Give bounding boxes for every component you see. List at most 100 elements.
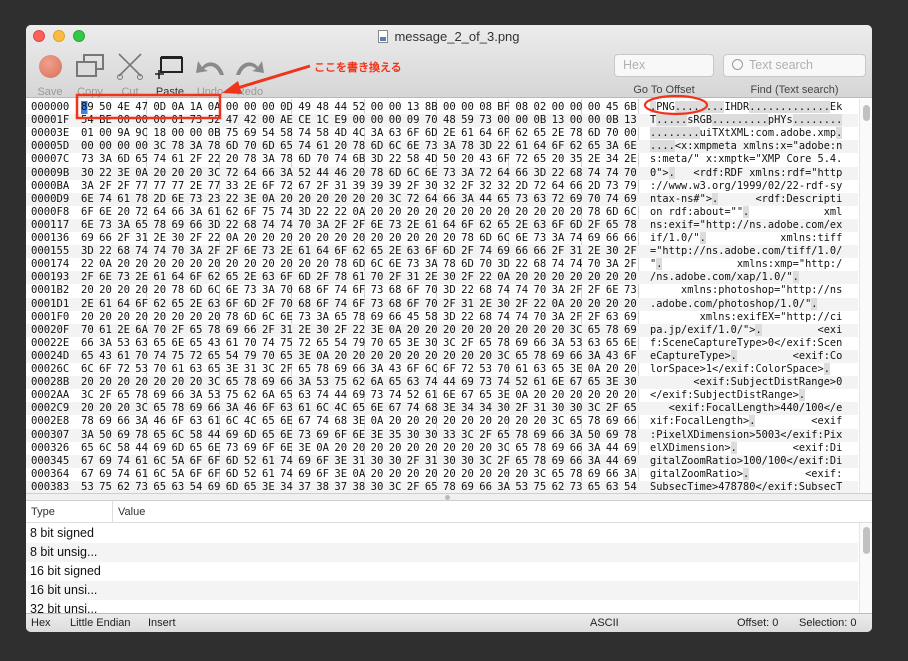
hex-byte[interactable]: 6E [81,193,97,206]
hex-byte[interactable]: 22 [461,284,477,297]
hex-byte[interactable]: 20 [425,468,441,481]
hex-byte[interactable]: 69 [190,402,206,415]
hex-byte[interactable]: 20 [606,389,622,402]
hex-row[interactable]: 0002AA 3C 2F 65 78 69 66 3A 53 75 62 6A 65 63 74 44 69 73… [26,389,858,402]
hex-byte[interactable]: 61 [153,271,169,284]
hex-byte[interactable]: 20 [81,402,97,415]
hex-byte[interactable]: 6F [262,180,278,193]
hex-byte[interactable]: 2F [515,298,531,311]
hex-byte[interactable]: 44 [316,167,332,180]
hex-byte[interactable]: 20 [99,311,115,324]
hex-byte[interactable]: 64 [479,127,495,140]
ascii-text[interactable]: on rdf:about="". xml [650,205,842,219]
hex-byte[interactable]: 69 [461,376,477,389]
hex-byte[interactable]: 00 [135,114,151,127]
hex-byte[interactable]: 6F [316,455,332,468]
hex-byte[interactable]: 22 [552,167,568,180]
hex-byte[interactable]: 20 [461,350,477,363]
hex-byte[interactable]: 3C [153,140,169,153]
hex-byte[interactable]: 3D [443,284,459,297]
hex-byte[interactable]: 00 [371,114,387,127]
hex-byte[interactable]: 65 [153,402,169,415]
hex-byte[interactable]: 20 [588,271,604,284]
hex-byte[interactable]: 3A [298,376,314,389]
hex-byte[interactable]: 20 [371,193,387,206]
hex-byte[interactable]: 66 [244,324,260,337]
hex-byte[interactable]: 59 [461,114,477,127]
hex-byte[interactable]: 31 [461,298,477,311]
hex-byte[interactable]: 2F [407,481,423,493]
hex-byte[interactable]: 20 [497,206,513,219]
scroll-thumb[interactable] [863,527,870,554]
hex-byte[interactable]: 6F [208,455,224,468]
hex-byte[interactable]: 20 [570,271,586,284]
hex-byte[interactable]: 2E [81,298,97,311]
hex-byte[interactable]: 3C [262,363,278,376]
hex-byte[interactable]: 65 [153,337,169,350]
hex-byte[interactable]: 61 [353,271,369,284]
hex-byte[interactable]: 00 [443,101,459,114]
hex-byte[interactable]: 20 [515,468,531,481]
hex-byte[interactable]: 65 [353,402,369,415]
hex-byte[interactable]: 66 [117,415,133,428]
hex-byte[interactable]: 20 [81,311,97,324]
hex-byte[interactable]: 3C [208,167,224,180]
hex-byte[interactable]: 32 [443,180,459,193]
hex-byte[interactable]: 00 [588,114,604,127]
hex-byte[interactable]: 00 [552,101,568,114]
hex-byte[interactable]: 65 [497,429,513,442]
hex-byte[interactable]: 01 [81,127,97,140]
hex-byte[interactable]: 66 [534,245,550,258]
ascii-text[interactable]: ns:exif="http://ns.adobe.com/ex [650,219,842,232]
hex-row[interactable]: 000136 69 66 2F 31 2E 30 2F 22 0A 20 20 20 20 20 20 20 20… [26,232,858,245]
hex-byte[interactable]: 44 [135,442,151,455]
hex-row[interactable]: 000364 67 69 74 61 6C 5A 6F 6F 6D 52 61 74 69 6F 3E 0A 20… [26,467,858,481]
hex-byte[interactable]: 0A [172,101,188,114]
hex-byte[interactable]: 6D [244,429,260,442]
hex-byte[interactable]: 22 [316,206,332,219]
hex-byte[interactable]: 6E [208,442,224,455]
hex-byte[interactable]: 52 [407,389,423,402]
hex-byte[interactable]: 75 [226,127,242,140]
hex-byte[interactable]: 68 [298,284,314,297]
hex-byte[interactable]: 3A [99,337,115,350]
hex-byte[interactable]: 78 [371,167,387,180]
hex-byte[interactable]: 6F [407,127,423,140]
hex-byte[interactable]: 64 [117,298,133,311]
hex-byte[interactable]: 6E [244,245,260,258]
hex-byte[interactable]: 34 [461,402,477,415]
hex-byte[interactable]: 20 [407,206,423,219]
ascii-text[interactable]: <exif:FocalLength>440/100</e [650,402,843,415]
inspector-row[interactable]: 16 bit unsi... [26,581,858,600]
hex-byte[interactable]: 65 [280,140,296,153]
hex-byte[interactable]: 3E [497,389,513,402]
hex-byte[interactable]: 6C [497,232,513,245]
hex-byte[interactable]: 69 [334,363,350,376]
hex-byte[interactable]: 78 [534,455,550,468]
hex-byte[interactable]: 08 [479,101,495,114]
hex-byte[interactable]: 72 [407,193,423,206]
hex-byte[interactable]: 6F [208,468,224,481]
hex-byte[interactable]: 66 [479,481,495,493]
hex-byte[interactable]: 78 [135,193,151,206]
hex-byte[interactable]: 00 [226,101,242,114]
hex-byte[interactable]: 74 [515,311,531,324]
hex-byte[interactable]: 20 [624,389,640,402]
hex-byte[interactable]: 65 [172,298,188,311]
hex-byte[interactable]: 20 [407,232,423,245]
hex-byte[interactable]: 53 [117,337,133,350]
hex-byte[interactable]: 8B [425,101,441,114]
hex-byte[interactable]: 20 [443,468,459,481]
hex-byte[interactable]: 01 [172,114,188,127]
hex-byte[interactable]: 2E [515,219,531,232]
hex-byte[interactable]: BF [497,101,513,114]
hex-byte[interactable]: 74 [334,153,350,166]
hex-row[interactable]: 0002E8 78 69 66 3A 46 6F 63 61 6C 4C 65 6E 67 74 68 3E 0A… [26,415,858,428]
hex-byte[interactable]: 4C [334,402,350,415]
hex-byte[interactable]: 66 [624,415,640,428]
hex-byte[interactable]: 50 [588,429,604,442]
hex-byte[interactable]: 70 [588,258,604,271]
hex-byte[interactable]: 2E [443,127,459,140]
hex-byte[interactable]: 78 [81,415,97,428]
hex-byte[interactable]: 3A [316,219,332,232]
